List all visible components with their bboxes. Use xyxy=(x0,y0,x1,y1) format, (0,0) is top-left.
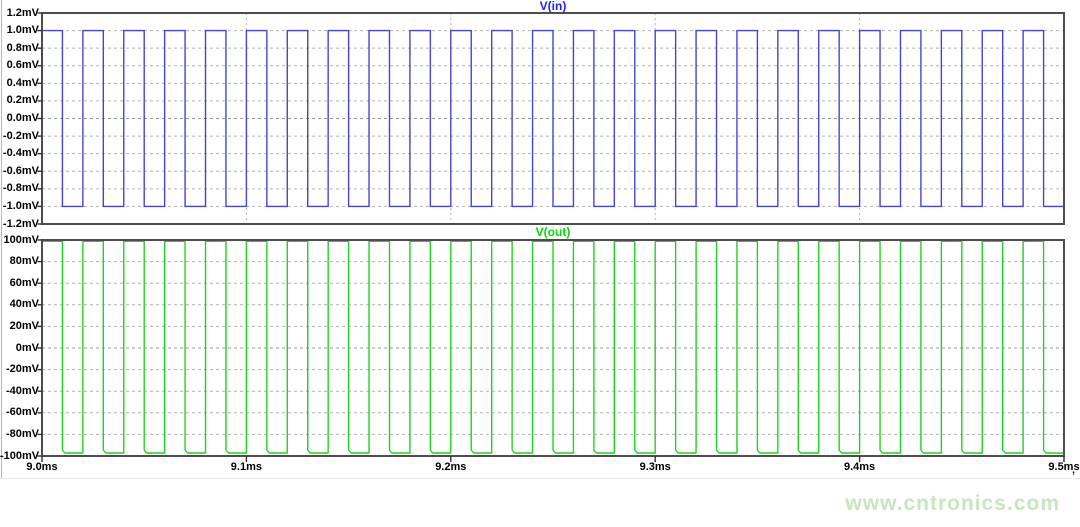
y-axis-tick-label: 1.2mV xyxy=(0,7,39,20)
y-axis-tick-label: -1.0mV xyxy=(0,200,39,213)
y-axis-tick-label: 80mV xyxy=(0,255,39,268)
plot-pane-vout[interactable] xyxy=(34,232,1072,473)
plot-pane-vin[interactable] xyxy=(34,5,1072,235)
plot-canvas[interactable] xyxy=(34,5,1072,230)
y-axis-tick-label: -1.2mV xyxy=(0,218,39,231)
waveform-viewer: V(in) 1.2mV1.0mV0.8mV0.6mV0.4mV0.2mV0.0m… xyxy=(0,0,1080,527)
y-axis-tick-label: 0.6mV xyxy=(0,59,39,72)
y-axis-tick-label: -0.4mV xyxy=(0,147,39,160)
y-axis-tick-label: -0.8mV xyxy=(0,182,39,195)
y-axis-tick-label: 1.0mV xyxy=(0,24,39,37)
y-axis-tick-label: -0.6mV xyxy=(0,165,39,178)
y-axis-tick-label: 0.8mV xyxy=(0,42,39,55)
y-axis-tick-label: 0.0mV xyxy=(0,112,39,125)
y-axis-tick-label: 60mV xyxy=(0,277,39,290)
x-axis-tick-label: 9.0ms xyxy=(18,461,66,474)
plot-canvas[interactable] xyxy=(34,232,1072,468)
y-axis-tick-label: -80mV xyxy=(0,428,39,441)
y-axis-tick-label: 0mV xyxy=(0,342,39,355)
watermark: www.cntronics.com xyxy=(845,492,1060,516)
y-axis-tick-label: -60mV xyxy=(0,406,39,419)
x-axis-tick-label: 9.4ms xyxy=(836,461,884,474)
x-axis-tick-label: 9.3ms xyxy=(631,461,679,474)
y-axis-tick-label: 0.2mV xyxy=(0,94,39,107)
cropped-text-artifact: , xyxy=(1072,464,1075,476)
trace-vout[interactable] xyxy=(42,241,1064,453)
y-axis-tick-label: 40mV xyxy=(0,298,39,311)
y-axis-tick-label: -40mV xyxy=(0,385,39,398)
y-axis-tick-label: 0.4mV xyxy=(0,77,39,90)
x-axis-tick-label: 9.2ms xyxy=(427,461,475,474)
x-axis-tick-label: 9.1ms xyxy=(222,461,270,474)
y-axis-tick-label: -0.2mV xyxy=(0,130,39,143)
y-axis-tick-label: 100mV xyxy=(0,234,39,247)
plot-panel-bottom-edge xyxy=(0,478,1080,479)
y-axis-tick-label: -20mV xyxy=(0,363,39,376)
y-axis-tick-label: 20mV xyxy=(0,320,39,333)
trace-vin[interactable] xyxy=(42,31,1064,207)
